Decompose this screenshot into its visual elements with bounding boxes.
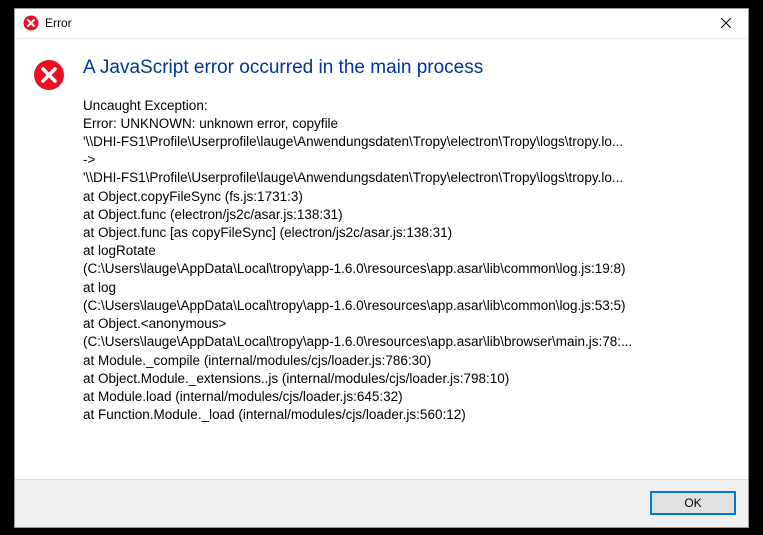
error-line: at Function.Module._load (internal/modul… bbox=[83, 406, 730, 424]
dialog-footer: OK bbox=[15, 479, 748, 527]
error-line: '\\DHI-FS1\Profile\Userprofile\lauge\Anw… bbox=[83, 169, 730, 187]
error-line: at log bbox=[83, 279, 730, 297]
titlebar-title: Error bbox=[45, 16, 703, 30]
error-icon bbox=[33, 59, 65, 91]
error-line: at Object.copyFileSync (fs.js:1731:3) bbox=[83, 188, 730, 206]
error-line: at Module._compile (internal/modules/cjs… bbox=[83, 352, 730, 370]
error-dialog-window: Error A JavaScript error occurred in the… bbox=[14, 8, 749, 528]
error-line: at Object.<anonymous> bbox=[83, 315, 730, 333]
error-icon-small bbox=[23, 15, 39, 31]
text-column: A JavaScript error occurred in the main … bbox=[83, 57, 730, 469]
error-line: -> bbox=[83, 151, 730, 169]
icon-column bbox=[33, 57, 83, 469]
error-line: at logRotate bbox=[83, 242, 730, 260]
error-line: Uncaught Exception: bbox=[83, 97, 730, 115]
error-line: (C:\Users\lauge\AppData\Local\tropy\app-… bbox=[83, 297, 730, 315]
error-line: Error: UNKNOWN: unknown error, copyfile bbox=[83, 115, 730, 133]
close-button[interactable] bbox=[703, 8, 748, 38]
error-line: (C:\Users\lauge\AppData\Local\tropy\app-… bbox=[83, 333, 730, 351]
titlebar: Error bbox=[15, 9, 748, 39]
dialog-heading: A JavaScript error occurred in the main … bbox=[83, 57, 730, 79]
error-line: at Object.Module._extensions..js (intern… bbox=[83, 370, 730, 388]
ok-button[interactable]: OK bbox=[650, 491, 736, 515]
error-line: '\\DHI-FS1\Profile\Userprofile\lauge\Anw… bbox=[83, 133, 730, 151]
error-line: at Object.func [as copyFileSync] (electr… bbox=[83, 224, 730, 242]
dialog-body: Uncaught Exception:Error: UNKNOWN: unkno… bbox=[83, 97, 730, 425]
error-line: at Module.load (internal/modules/cjs/loa… bbox=[83, 388, 730, 406]
dialog-content: A JavaScript error occurred in the main … bbox=[15, 39, 748, 479]
error-line: (C:\Users\lauge\AppData\Local\tropy\app-… bbox=[83, 260, 730, 278]
error-line: at Object.func (electron/js2c/asar.js:13… bbox=[83, 206, 730, 224]
